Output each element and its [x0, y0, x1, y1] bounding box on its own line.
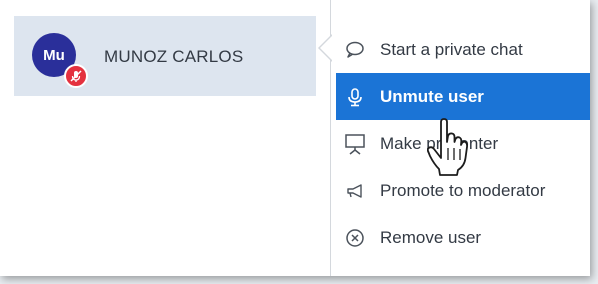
user-list-panel: Mu MUNOZ CARLOS — [0, 0, 330, 276]
menu-item-remove-user[interactable]: Remove user — [336, 214, 590, 261]
hand-pointer-cursor-icon — [427, 118, 468, 176]
menu-pointer-fill — [320, 35, 333, 61]
remove-circle-icon — [344, 227, 366, 249]
menu-item-unmute-user[interactable]: Unmute user — [336, 73, 590, 120]
menu-item-label: Remove user — [380, 227, 482, 247]
menu-item-label: Start a private chat — [380, 39, 523, 59]
menu-item-start-private-chat[interactable]: Start a private chat — [336, 26, 590, 73]
avatar-initials: Mu — [43, 46, 65, 64]
user-list-item[interactable]: Mu MUNOZ CARLOS — [14, 16, 316, 96]
chat-bubble-icon — [344, 39, 366, 61]
menu-item-label: Unmute user — [380, 86, 484, 106]
muted-microphone-icon — [64, 64, 88, 88]
menu-item-label: Promote to moderator — [380, 180, 546, 200]
megaphone-icon — [344, 180, 366, 202]
user-name: MUNOZ CARLOS — [104, 47, 244, 66]
window: Mu MUNOZ CARLOS Start a private chat Unm… — [0, 0, 590, 276]
presentation-icon — [344, 133, 366, 155]
microphone-icon — [344, 86, 366, 108]
